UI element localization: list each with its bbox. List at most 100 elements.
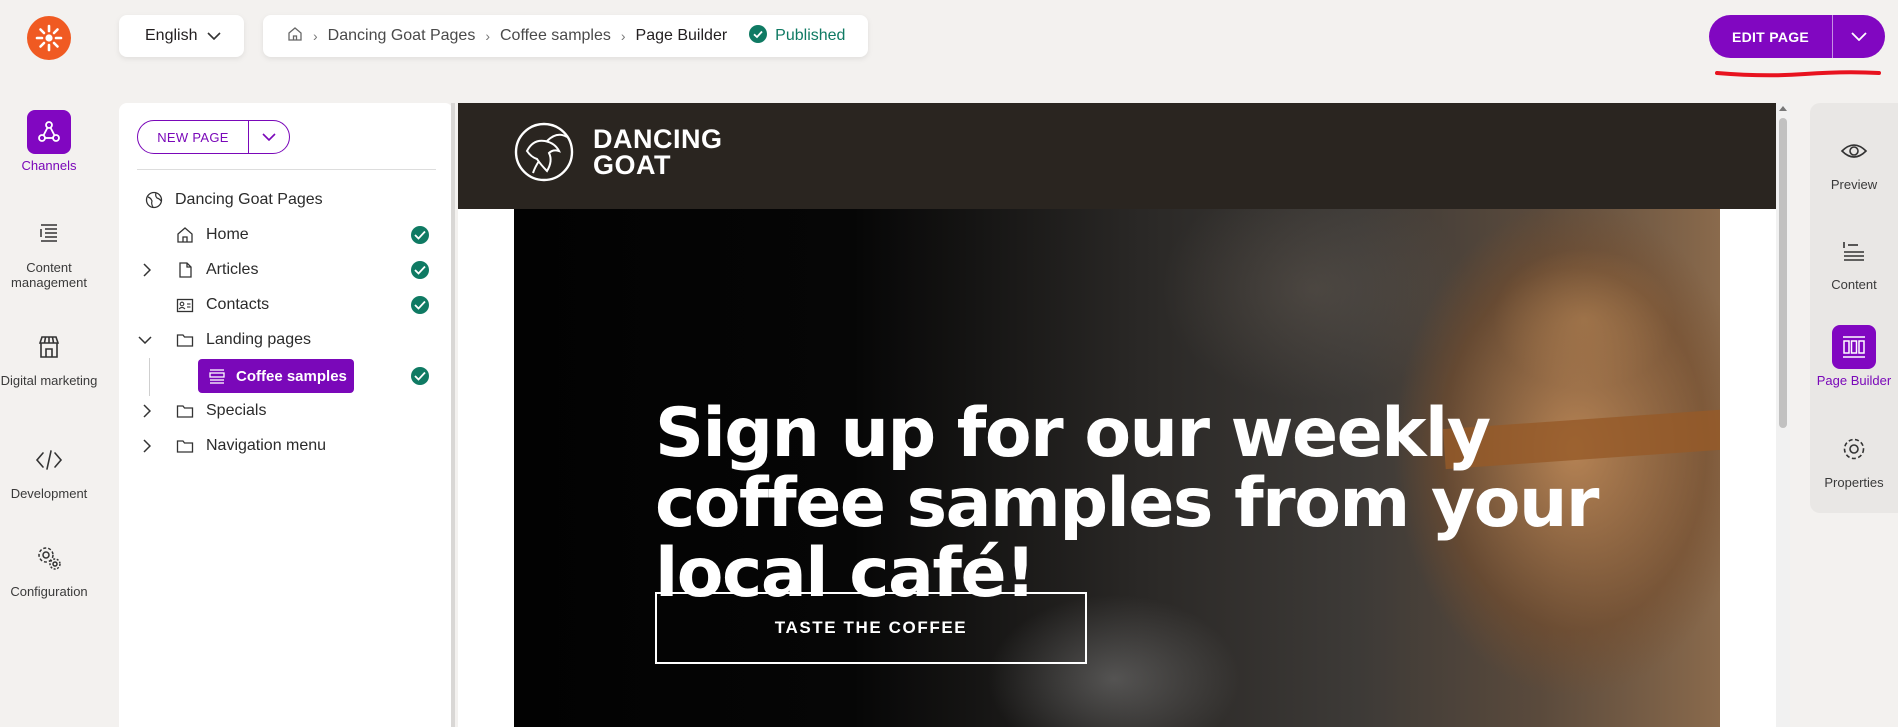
nav-content-label: Content [1831, 277, 1877, 292]
nav-page-builder-label: Page Builder [1816, 373, 1892, 388]
hero-title: Sign up for our weekly coffee samples fr… [655, 394, 1599, 613]
channels-icon [27, 110, 71, 154]
tree-node-home[interactable]: Home [174, 220, 249, 250]
chevron-down-icon [207, 27, 222, 45]
globe-icon [143, 189, 165, 211]
breadcrumb: › Dancing Goat Pages › Coffee samples › … [263, 15, 868, 57]
gear-icon [1832, 427, 1876, 471]
goat-logo-icon [514, 122, 574, 182]
taste-the-coffee-button[interactable]: TASTE THE COFFEE [655, 592, 1087, 664]
tree-node-contacts[interactable]: Contacts [174, 290, 269, 320]
nav-digital-marketing-label: Digital marketing [0, 373, 98, 388]
nav-content-management-label: Content management [11, 260, 87, 290]
edit-page-button[interactable]: EDIT PAGE [1709, 15, 1832, 58]
preview-scrollbar[interactable] [1776, 103, 1790, 727]
published-check-icon [411, 261, 429, 279]
new-page-dropdown-button[interactable] [249, 121, 289, 153]
edit-page-dropdown-button[interactable] [1833, 15, 1885, 58]
tree-node-label: Specials [206, 402, 267, 419]
tree-node-specials[interactable]: Specials [143, 396, 267, 426]
folder-icon [174, 435, 196, 457]
site-header: DANCING GOAT [458, 103, 1776, 209]
scroll-up-arrow-icon[interactable] [1779, 106, 1787, 111]
tree-node-label: Coffee samples [236, 367, 347, 385]
scrollbar-thumb[interactable] [1779, 118, 1787, 428]
nav-digital-marketing[interactable]: Digital marketing [0, 325, 98, 388]
chevron-right-icon[interactable] [139, 438, 155, 454]
language-selector[interactable]: English [119, 15, 244, 57]
right-navigation: Preview Content Page Builder Properties [1810, 103, 1898, 513]
hero-banner: Sign up for our weekly coffee samples fr… [514, 209, 1720, 727]
tree-node-label: Dancing Goat Pages [175, 191, 323, 208]
site-logo[interactable]: DANCING GOAT [513, 121, 723, 183]
new-page-button[interactable]: NEW PAGE [138, 121, 248, 153]
edit-page-split-button: EDIT PAGE [1709, 15, 1885, 58]
app-logo[interactable] [27, 16, 71, 60]
nav-properties-label: Properties [1824, 475, 1884, 490]
development-icon [27, 438, 71, 482]
panel-resize-handle[interactable] [451, 103, 455, 727]
chevron-down-icon[interactable] [137, 332, 153, 348]
published-check-icon [749, 24, 768, 48]
brand-line-1: DANCING [593, 124, 723, 154]
breadcrumb-separator: › [485, 28, 490, 44]
nav-content[interactable]: Content [1810, 229, 1898, 292]
page-preview: DANCING GOAT Sign up for our weekly coff… [458, 103, 1776, 727]
digital-marketing-icon [27, 325, 71, 369]
tree-node-label: Articles [206, 261, 259, 278]
published-check-icon [411, 296, 429, 314]
chevron-down-icon [262, 133, 276, 141]
breadcrumb-separator: › [313, 28, 318, 44]
nav-channels-label: Channels [21, 158, 77, 173]
breadcrumb-coffee-samples[interactable]: Coffee samples [500, 27, 611, 45]
chevron-right-icon[interactable] [139, 403, 155, 419]
brand-line-2: GOAT [593, 150, 671, 180]
home-icon[interactable] [287, 26, 303, 47]
tree-node-label: Home [206, 226, 249, 243]
nav-content-management[interactable]: Content management [0, 212, 98, 290]
tree-node-landing-pages[interactable]: Landing pages [138, 325, 311, 355]
nav-preview-label: Preview [1830, 177, 1878, 192]
tree-node-coffee-samples[interactable]: Coffee samples [198, 359, 354, 393]
nav-development[interactable]: Development [0, 438, 98, 501]
breadcrumb-dancing-goat-pages[interactable]: Dancing Goat Pages [328, 27, 476, 45]
divider [137, 169, 436, 170]
site-brand: DANCING GOAT [593, 124, 723, 180]
nav-properties[interactable]: Properties [1810, 427, 1898, 490]
page-tree-panel: NEW PAGE Dancing Goat Pages Home Article… [119, 103, 453, 727]
nav-channels[interactable]: Channels [0, 110, 98, 173]
document-icon [174, 259, 196, 281]
breadcrumb-separator: › [620, 28, 626, 44]
tree-node-label: Landing pages [206, 331, 311, 348]
nav-configuration[interactable]: Configuration [0, 536, 98, 599]
tree-node-articles[interactable]: Articles [143, 255, 259, 285]
home-icon [174, 224, 196, 246]
configuration-icon [27, 536, 71, 580]
status-badge: Published [749, 24, 846, 48]
red-underline-annotation [1715, 70, 1881, 78]
contact-card-icon [174, 294, 196, 316]
folder-icon [174, 329, 196, 351]
tree-node-label: Contacts [206, 296, 270, 313]
nav-page-builder[interactable]: Page Builder [1810, 325, 1898, 388]
page-builder-icon [206, 365, 228, 387]
folder-icon [174, 400, 196, 422]
tree-guide-line [149, 358, 150, 396]
content-icon [1832, 229, 1876, 273]
new-page-split-button: NEW PAGE [137, 120, 290, 154]
content-management-icon [27, 212, 71, 256]
chevron-right-icon[interactable] [139, 262, 155, 278]
chevron-down-icon [1851, 32, 1867, 41]
published-check-icon [411, 367, 429, 385]
tree-node-label: Navigation menu [206, 437, 327, 454]
language-value: English [145, 27, 198, 44]
status-label: Published [775, 27, 846, 44]
kentico-logo-icon [35, 24, 63, 52]
nav-preview[interactable]: Preview [1810, 129, 1898, 192]
nav-development-label: Development [10, 486, 88, 501]
page-builder-icon [1832, 325, 1876, 369]
tree-node-navigation-menu[interactable]: Navigation menu [143, 431, 327, 461]
tree-node-root[interactable]: Dancing Goat Pages [143, 185, 323, 215]
nav-configuration-label: Configuration [10, 584, 88, 599]
breadcrumb-current: Page Builder [635, 27, 728, 44]
